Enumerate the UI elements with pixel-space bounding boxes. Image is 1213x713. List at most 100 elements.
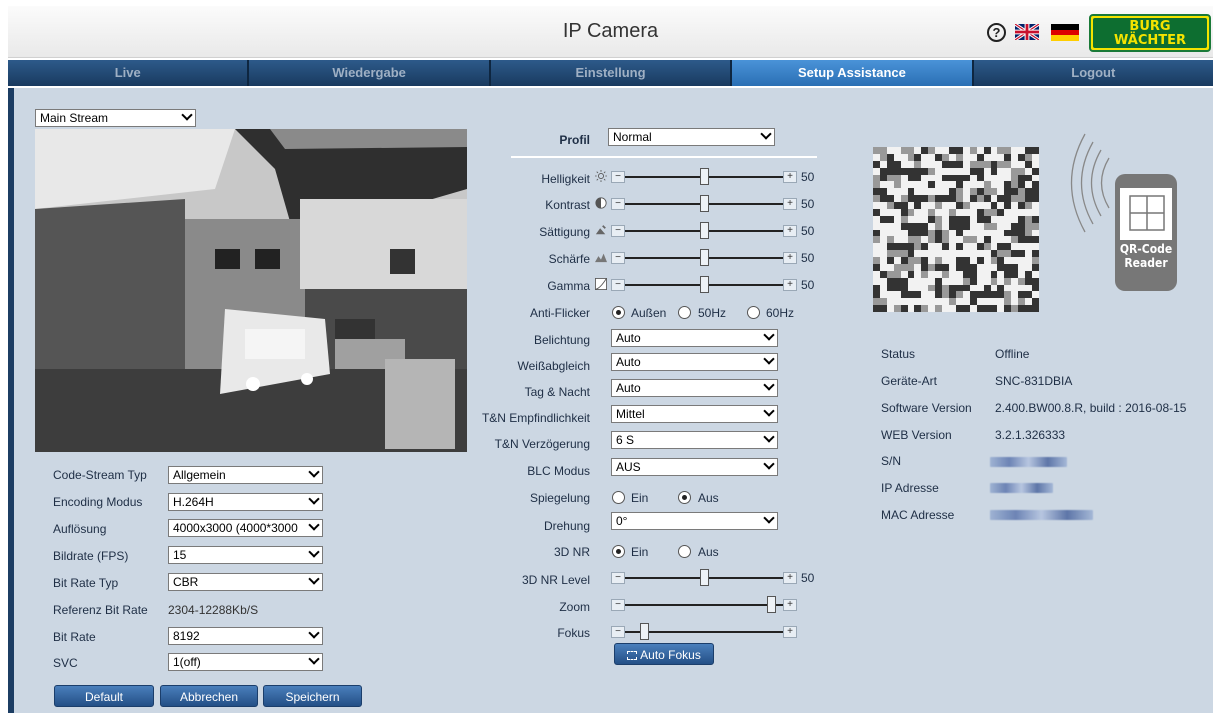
saettigung-value: 50 [801, 224, 815, 238]
helligkeit-slider[interactable]: − + 50 [611, 168, 814, 185]
anti-flicker-50hz-radio[interactable] [678, 306, 691, 319]
chevron-down-icon [763, 458, 775, 470]
tab-setup-assistance[interactable]: Setup Assistance [732, 60, 974, 86]
software-version-value: 2.400.BW00.8.R, build : 2016-08-15 [995, 401, 1187, 415]
slider-thumb[interactable] [639, 623, 649, 640]
plus-button[interactable]: + [783, 572, 797, 584]
fokus-label: Fokus [557, 626, 590, 640]
web-version-label: WEB Version [881, 428, 952, 442]
profil-select[interactable]: Normal [608, 128, 775, 146]
qr-code-image [873, 147, 1039, 312]
german-flag-icon[interactable] [1051, 24, 1079, 41]
chevron-down-icon [760, 128, 772, 140]
ip-adresse-label: IP Adresse [881, 481, 939, 495]
kontrast-slider[interactable]: − + 50 [611, 195, 814, 212]
anti-flicker-60hz-radio[interactable] [747, 306, 760, 319]
slider-thumb[interactable] [699, 249, 709, 266]
weissabgleich-select[interactable]: Auto [611, 353, 778, 371]
fokus-slider[interactable]: − + [611, 623, 811, 640]
tab-wiedergabe[interactable]: Wiedergabe [249, 60, 491, 86]
page: IP Camera ? BURG WÄCHTER Live Wiedergabe… [0, 0, 1213, 713]
minus-button[interactable]: − [611, 279, 625, 291]
slider-thumb[interactable] [699, 222, 709, 239]
minus-button[interactable]: − [611, 171, 625, 183]
nr3d-level-slider[interactable]: − + 50 [611, 569, 814, 586]
plus-button[interactable]: + [783, 171, 797, 183]
schaerfe-value: 50 [801, 251, 815, 265]
chevron-down-icon [763, 353, 775, 365]
tag-nacht-select[interactable]: Auto [611, 379, 778, 397]
bildrate-select[interactable]: 15 [168, 546, 323, 564]
speichern-button[interactable]: Speichern [263, 685, 362, 707]
tab-einstellung[interactable]: Einstellung [490, 60, 733, 86]
plus-button[interactable]: + [783, 225, 797, 237]
minus-button[interactable]: − [611, 225, 625, 237]
stream-select[interactable]: Main Stream [35, 109, 196, 127]
spiegelung-ein-radio[interactable] [612, 491, 625, 504]
nr3d-aus-radio[interactable] [678, 545, 691, 558]
encoding-modus-select[interactable]: H.264H [168, 493, 323, 511]
nr3d-ein-radio[interactable] [612, 545, 625, 558]
auto-fokus-button[interactable]: Auto Fokus [614, 643, 714, 665]
default-button[interactable]: Default [54, 685, 154, 707]
zoom-slider[interactable]: − + [611, 596, 811, 613]
plus-button[interactable]: + [783, 279, 797, 291]
slider-thumb[interactable] [699, 168, 709, 185]
brightness-icon [595, 170, 607, 182]
qr-frame-icon [1129, 195, 1165, 231]
belichtung-select[interactable]: Auto [611, 329, 778, 347]
schaerfe-slider[interactable]: − + 50 [611, 249, 815, 266]
minus-button[interactable]: − [611, 252, 625, 264]
minus-button[interactable]: − [611, 572, 625, 584]
tab-logout[interactable]: Logout [973, 60, 1213, 86]
gamma-slider[interactable]: − + 50 [611, 276, 814, 293]
anti-flicker-aussen-radio[interactable] [612, 306, 625, 319]
blc-modus-select[interactable]: AUS [611, 458, 778, 476]
slider-thumb[interactable] [699, 276, 709, 293]
kontrast-label: Kontrast [545, 198, 590, 212]
tn-verzoegerung-label: T&N Verzögerung [494, 437, 590, 451]
help-icon[interactable]: ? [987, 23, 1006, 42]
ip-redacted-value [990, 483, 1053, 493]
slider-thumb[interactable] [699, 195, 709, 212]
minus-button[interactable]: − [611, 198, 625, 210]
qr-reader-label-line2: Reader [1124, 256, 1168, 270]
slider-thumb[interactable] [699, 569, 709, 586]
aufloesung-select[interactable]: 4000x3000 (4000*3000 [168, 519, 323, 537]
abbrechen-button[interactable]: Abbrechen [160, 685, 258, 707]
svc-select[interactable]: 1(off) [168, 653, 323, 671]
saettigung-slider[interactable]: − + 50 [611, 222, 815, 239]
tn-empfindlichkeit-select[interactable]: Mittel [611, 405, 778, 423]
tag-nacht-label: Tag & Nacht [524, 385, 590, 399]
drehung-select[interactable]: 0° [611, 512, 778, 530]
belichtung-label: Belichtung [533, 333, 590, 347]
gamma-icon [595, 278, 607, 290]
nr3d-label: 3D NR [553, 545, 590, 559]
sn-redacted-value [990, 457, 1067, 467]
spiegelung-aus-radio[interactable] [678, 491, 691, 504]
helligkeit-label: Helligkeit [541, 172, 590, 186]
divider [511, 156, 817, 158]
plus-button[interactable]: + [783, 626, 797, 638]
plus-button[interactable]: + [783, 252, 797, 264]
tn-verzoegerung-select[interactable]: 6 S [611, 431, 778, 449]
bit-rate-label: Bit Rate [53, 630, 96, 644]
nr3d-level-label: 3D NR Level [521, 573, 590, 587]
camera-preview-image [35, 129, 467, 452]
nr3d-aus-label: Aus [698, 545, 719, 559]
chevron-down-icon [763, 512, 775, 524]
bit-rate-select[interactable]: 8192 [168, 627, 323, 645]
plus-button[interactable]: + [783, 599, 797, 611]
bit-rate-typ-select[interactable]: CBR [168, 573, 323, 591]
uk-flag-icon[interactable] [1015, 24, 1039, 40]
referenz-bit-rate-label: Referenz Bit Rate [53, 603, 148, 617]
minus-button[interactable]: − [611, 626, 625, 638]
minus-button[interactable]: − [611, 599, 625, 611]
aufloesung-label: Auflösung [53, 522, 107, 536]
chevron-down-icon [308, 493, 320, 505]
main-panel: Main Stream Code-Stream Typ Allgemein En… [8, 88, 1213, 713]
tab-live[interactable]: Live [8, 60, 250, 86]
plus-button[interactable]: + [783, 198, 797, 210]
code-stream-typ-select[interactable]: Allgemein [168, 466, 323, 484]
slider-thumb[interactable] [766, 596, 776, 613]
